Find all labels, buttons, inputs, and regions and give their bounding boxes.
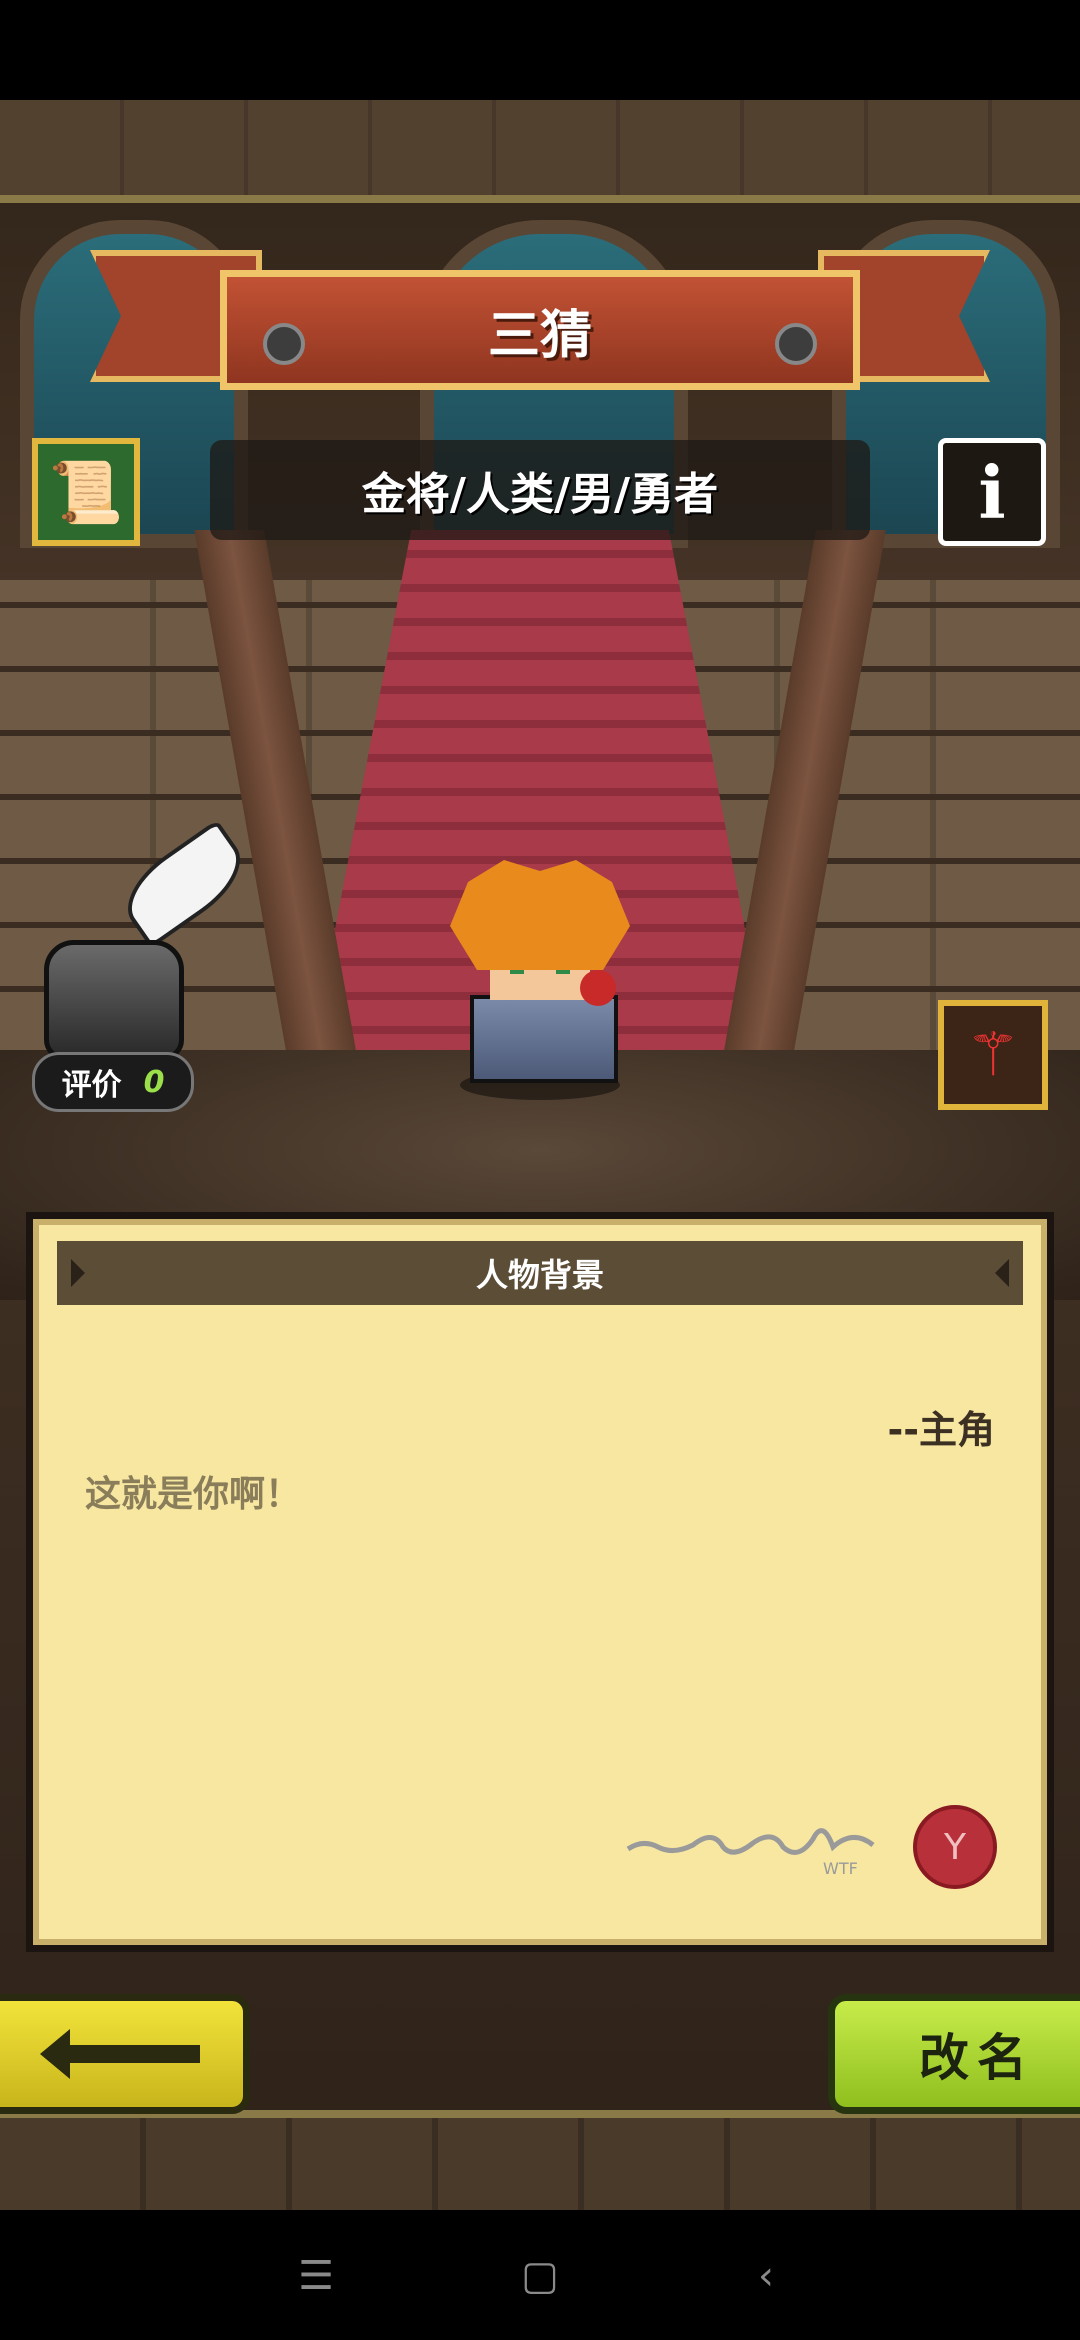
system-nav-bar: ☰ ▢ ‹ [0,2210,1080,2340]
staff-icon: ⚚ [966,1020,1020,1090]
triangle-right-icon [995,1259,1009,1287]
staff-button[interactable]: ⚚ [938,1000,1048,1110]
stone-ceiling [0,100,1080,203]
menu-icon[interactable]: ☰ [286,2246,346,2306]
character-name: 三猜 [487,305,592,366]
top-strip [0,0,1080,100]
back-button[interactable] [0,1994,250,2114]
scroll-icon: 📜 [48,457,124,528]
rivet-icon [263,323,305,365]
rating-badge: 评价 0 [32,1052,194,1112]
hero-armor [470,995,618,1083]
info-button[interactable]: i [938,438,1046,546]
rename-button[interactable]: 改名 [828,1994,1080,2114]
triangle-left-icon [71,1259,85,1287]
character-info-bar: 金将/人类/男/勇者 [210,440,870,540]
author-line: --主角 [887,1408,995,1452]
signature-icon: WTF [626,1828,875,1878]
panel-header: 人物背景 [57,1241,1023,1305]
hero-hair [450,860,630,970]
rating-value: 0 [143,1064,165,1100]
scroll-button[interactable]: 📜 [32,438,140,546]
signature-text: WTF [823,1859,858,1878]
info-icon: i [978,449,1006,535]
rename-label: 改名 [919,2029,1035,2087]
background-panel: 人物背景 --主角 这就是你啊！ WTF Y [26,1212,1054,1952]
back-chevron-icon[interactable]: ‹ [736,2246,796,2306]
rose-icon [580,970,616,1006]
left-arrow-icon [40,2029,200,2079]
rivet-icon [775,323,817,365]
name-banner: 三猜 [90,230,990,410]
stone-floor-edge [0,2110,1080,2210]
banner-ribbon: 三猜 [220,270,860,390]
rating-label: 评价 [61,1068,122,1103]
bio-text: 这就是你啊！ [85,1474,302,1515]
wax-seal-icon: Y [913,1805,997,1889]
panel-title: 人物背景 [475,1256,604,1294]
inkpot-icon[interactable] [44,940,184,1060]
home-square-icon[interactable]: ▢ [510,2246,570,2306]
hero-character[interactable] [440,860,640,1100]
character-info: 金将/人类/男/勇者 [361,469,719,520]
